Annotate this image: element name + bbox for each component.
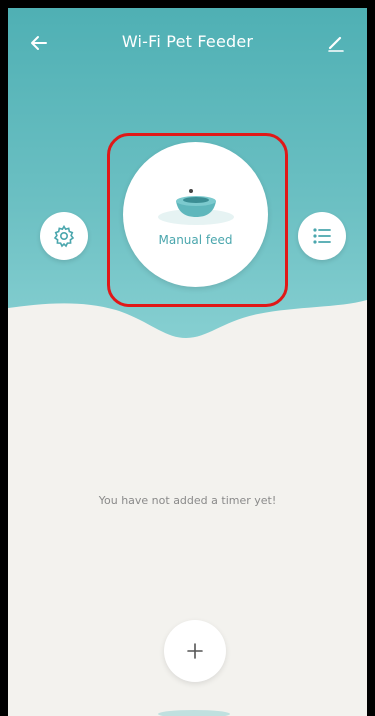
empty-timer-message: You have not added a timer yet! (98, 494, 277, 507)
pencil-icon (328, 36, 344, 52)
list-icon (313, 228, 331, 244)
records-list-button[interactable] (298, 212, 346, 260)
screen: Wi-Fi Pet Feeder Manual feed You have no… (8, 8, 367, 716)
bottom-decoration (158, 710, 230, 716)
settings-button[interactable] (40, 212, 88, 260)
add-timer-button[interactable] (164, 620, 226, 682)
plus-icon (187, 643, 203, 659)
frame-border-right (367, 0, 375, 716)
app-frame: Wi-Fi Pet Feeder Manual feed You have no… (0, 0, 375, 716)
frame-border-top (0, 0, 375, 8)
edit-button[interactable] (321, 28, 351, 58)
pet-bowl-icon (157, 188, 234, 225)
page-title: Wi-Fi Pet Feeder (121, 32, 254, 51)
manual-feed-button[interactable]: Manual feed (123, 142, 268, 287)
gear-icon (53, 224, 75, 248)
top-bar: Wi-Fi Pet Feeder (8, 8, 367, 78)
manual-feed-label: Manual feed (158, 232, 233, 247)
frame-border-left (0, 0, 8, 716)
